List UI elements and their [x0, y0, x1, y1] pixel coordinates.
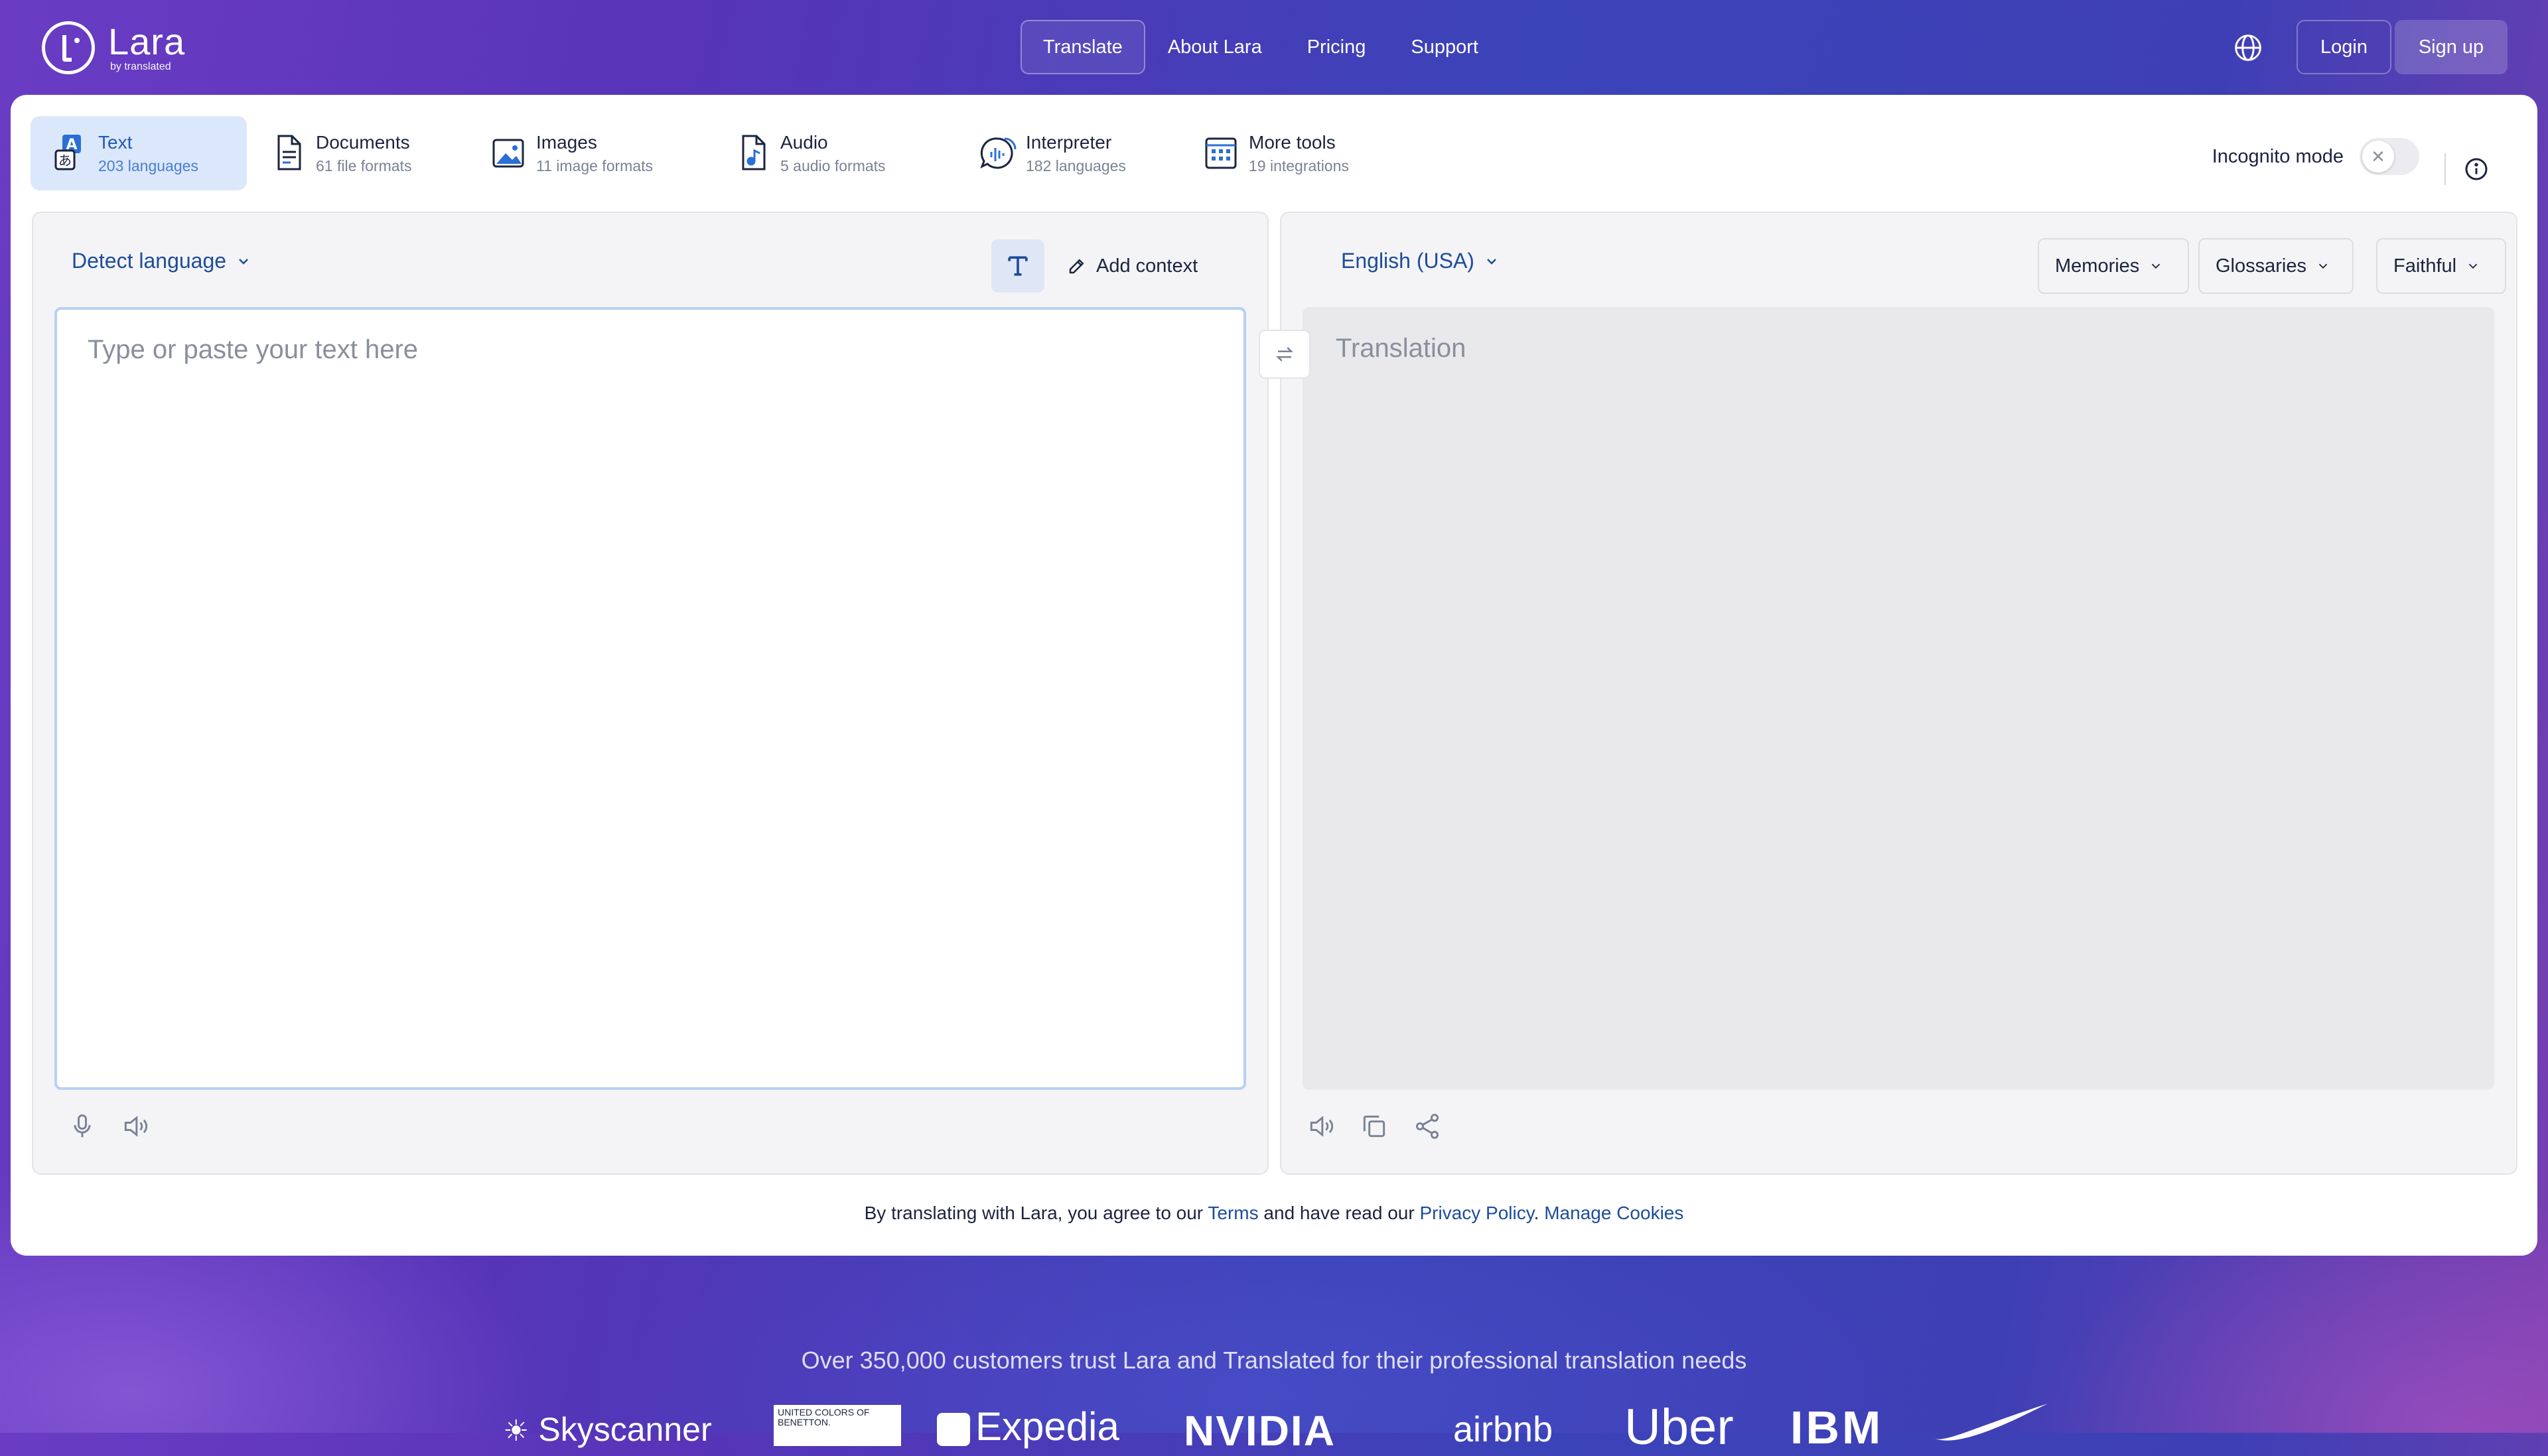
brand-logo-nike — [1934, 1404, 2048, 1441]
source-panel: Detect language Add context — [32, 212, 1269, 1175]
pencil-icon — [1069, 259, 1084, 274]
translation-output: Translation — [1303, 307, 2494, 1090]
tool-title: Images — [536, 131, 597, 153]
incognito-toggle[interactable]: ✕ — [2360, 138, 2419, 175]
speaker-icon[interactable] — [1307, 1112, 1336, 1141]
incognito-label: Incognito mode — [2212, 145, 2344, 167]
tool-title: Documents — [316, 131, 410, 153]
chevron-down-icon — [2318, 263, 2328, 269]
legal-prefix: By translating with Lara, you agree to o… — [864, 1203, 1208, 1223]
tool-tab-more-tools[interactable]: More tools 19 integrations — [1181, 116, 1407, 190]
source-language-label: Detect language — [72, 249, 227, 273]
tool-tabs: A あ Text 203 languages Documents 61 file… — [31, 116, 2512, 190]
info-icon[interactable] — [2464, 157, 2488, 181]
source-text-input[interactable] — [57, 310, 1243, 1087]
tool-title: Audio — [780, 131, 828, 153]
chevron-down-icon — [2468, 263, 2478, 269]
microphone-icon[interactable] — [68, 1112, 97, 1141]
chevron-down-icon — [239, 258, 248, 265]
target-language-select[interactable]: English (USA) — [1341, 249, 1500, 273]
target-panel: English (USA) Memories Glossaries Faithf… — [1280, 212, 2517, 1175]
brand-logo-expedia: Expedia — [937, 1404, 1119, 1449]
brand-logo-skyscanner: ☀ Skyscanner — [503, 1411, 712, 1448]
document-icon — [277, 135, 301, 170]
copy-icon[interactable] — [1360, 1112, 1389, 1141]
legal-middle: and have read our — [1258, 1203, 1420, 1223]
nav-support[interactable]: Support — [1388, 20, 1501, 74]
customer-logos: ☀ Skyscanner UNITED COLORS OF BENETTON. … — [491, 1398, 2084, 1455]
memories-label: Memories — [2055, 255, 2140, 277]
glossaries-label: Glossaries — [2216, 255, 2306, 277]
chevron-down-icon — [1487, 258, 1496, 265]
translator-card: A あ Text 203 languages Documents 61 file… — [11, 95, 2537, 1256]
swap-icon — [1276, 347, 1293, 362]
share-icon[interactable] — [1413, 1112, 1442, 1141]
target-language-label: English (USA) — [1341, 249, 1474, 273]
logo-name: Lara — [108, 21, 186, 62]
top-nav: Lara by translated Translate About Lara … — [0, 0, 2548, 95]
add-context-button[interactable]: Add context — [1067, 239, 1198, 293]
tool-subtitle: 19 integrations — [1249, 157, 1349, 174]
text-format-button[interactable] — [991, 239, 1044, 293]
nav-about-lara[interactable]: About Lara — [1145, 20, 1285, 74]
glossaries-dropdown[interactable]: Glossaries — [2198, 238, 2354, 294]
lara-logo-icon — [42, 21, 95, 74]
text-format-icon — [1008, 256, 1028, 276]
brand-logo-ibm: IBM — [1790, 1402, 1884, 1453]
swap-languages-button[interactable] — [1259, 330, 1310, 379]
source-text-box — [54, 307, 1246, 1090]
brand-logo-airbnb: airbnb — [1453, 1410, 1553, 1449]
tool-tab-audio[interactable]: Audio 5 audio formats — [713, 116, 938, 190]
brand-logo-uber: Uber — [1624, 1399, 1734, 1455]
style-dropdown[interactable]: Faithful — [2376, 238, 2506, 294]
tool-title: More tools — [1249, 131, 1336, 153]
tool-tab-interpreter[interactable]: Interpreter 182 languages — [958, 116, 1184, 190]
tool-title: Text — [98, 131, 133, 153]
tool-tab-documents[interactable]: Documents 61 file formats — [248, 116, 447, 190]
nav-links: Translate About Lara Pricing Support — [1021, 20, 1501, 74]
legal-separator: . — [1533, 1203, 1545, 1223]
tool-subtitle: 5 audio formats — [780, 157, 886, 174]
globe-icon[interactable] — [2233, 33, 2263, 62]
privacy-policy-link[interactable]: Privacy Policy — [1419, 1203, 1533, 1223]
tool-subtitle: 182 languages — [1026, 157, 1126, 174]
nav-pricing[interactable]: Pricing — [1285, 20, 1389, 74]
chevron-down-icon — [2152, 263, 2160, 269]
legal-notice: By translating with Lara, you agree to o… — [11, 1203, 2537, 1224]
trust-headline: Over 350,000 customers trust Lara and Tr… — [801, 1347, 1747, 1374]
memories-dropdown[interactable]: Memories — [2038, 238, 2189, 294]
nav-translate[interactable]: Translate — [1021, 20, 1145, 74]
audio-file-icon — [742, 135, 766, 170]
grid-tools-icon — [1205, 137, 1237, 169]
divider — [2444, 153, 2446, 185]
logo-byline: by translated — [110, 61, 171, 72]
tool-tab-images[interactable]: Images 11 image formats — [468, 116, 687, 190]
incognito-mode: Incognito mode ✕ — [2212, 138, 2419, 175]
source-language-select[interactable]: Detect language — [72, 249, 251, 273]
brand-logo-benetton: UNITED COLORS OF BENETTON. — [774, 1405, 901, 1446]
image-icon — [492, 139, 524, 168]
style-label: Faithful — [2393, 255, 2457, 277]
tool-subtitle: 203 languages — [98, 157, 198, 174]
lara-logo[interactable]: Lara by translated — [42, 20, 185, 76]
tool-title: Interpreter — [1026, 131, 1112, 153]
interpreter-icon — [980, 137, 1017, 169]
brand-logo-nvidia: NVIDIA — [1184, 1407, 1336, 1455]
svg-text:あ: あ — [58, 153, 72, 168]
speaker-icon[interactable] — [121, 1112, 150, 1141]
add-context-label: Add context — [1096, 255, 1198, 277]
signup-button[interactable]: Sign up — [2395, 20, 2508, 74]
tool-subtitle: 61 file formats — [316, 157, 412, 174]
tool-subtitle: 11 image formats — [536, 157, 653, 174]
text-translate-icon: A あ — [54, 135, 81, 170]
tool-tab-text[interactable]: A あ Text 203 languages — [31, 116, 247, 190]
translation-placeholder: Translation — [1336, 334, 1466, 363]
login-button[interactable]: Login — [2297, 20, 2391, 74]
terms-link[interactable]: Terms — [1208, 1203, 1258, 1223]
close-icon: ✕ — [2362, 141, 2394, 172]
manage-cookies-link[interactable]: Manage Cookies — [1544, 1203, 1683, 1223]
